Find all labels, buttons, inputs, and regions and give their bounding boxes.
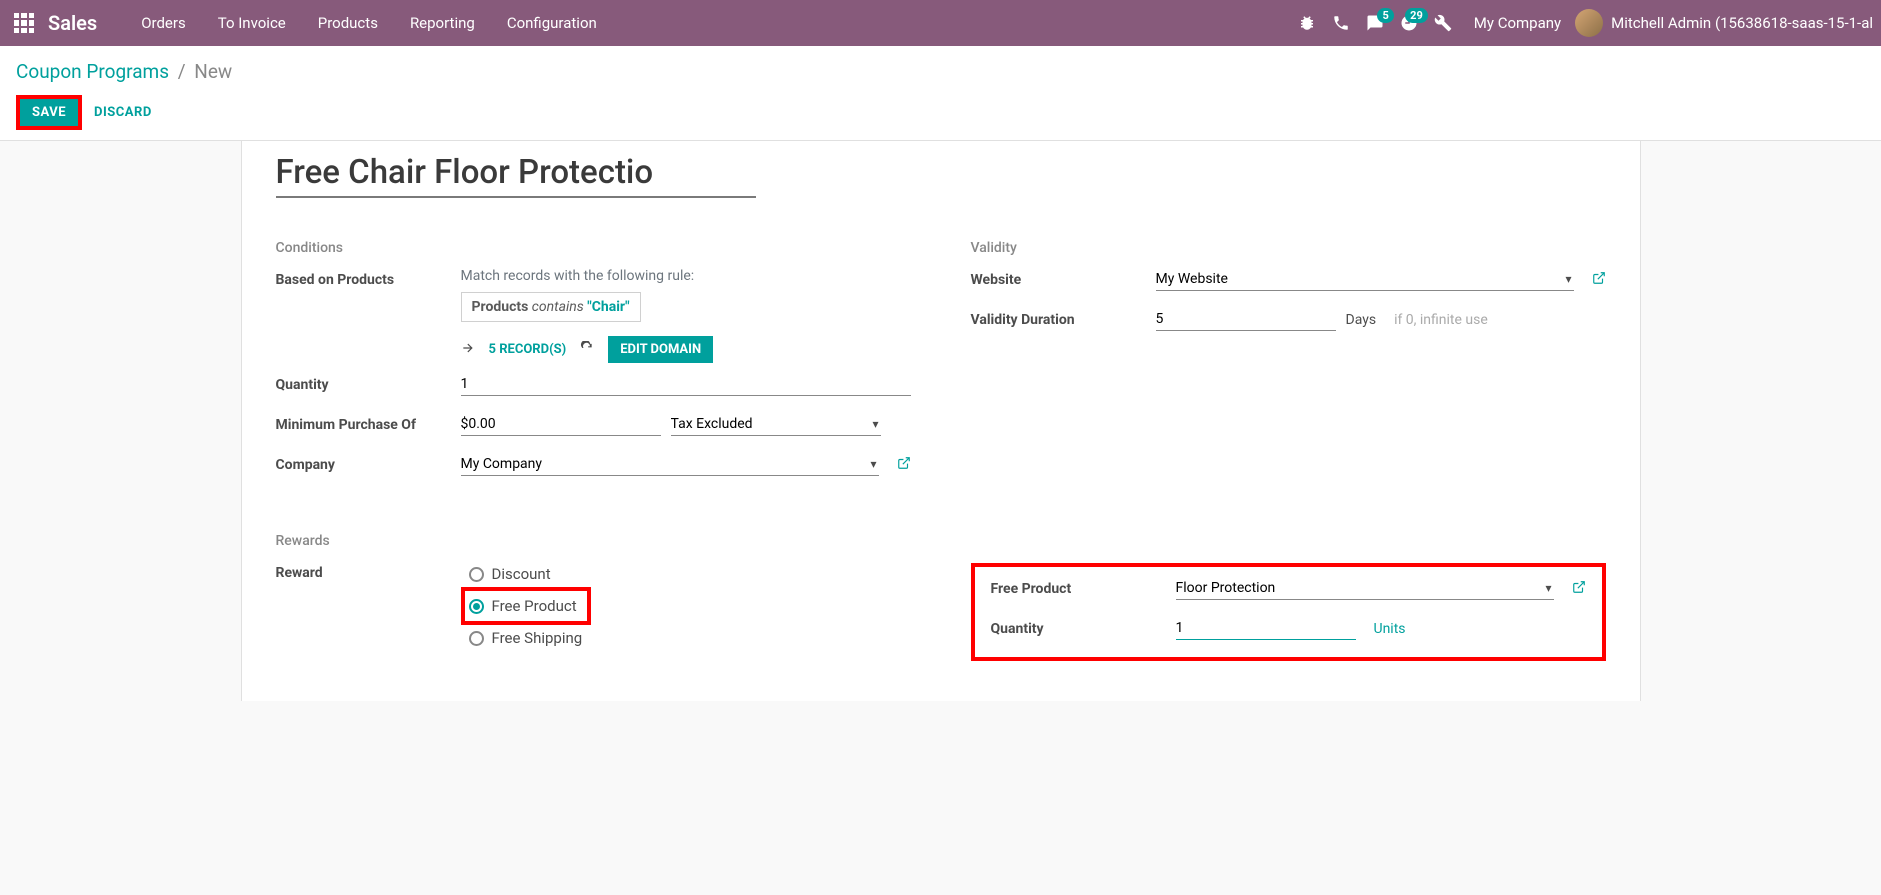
company-label: Company [276,453,461,473]
quantity-label: Quantity [276,373,461,393]
radio-icon [469,631,484,646]
radio-label: Free Product [492,597,577,615]
free-product-highlight: Free Product [461,587,591,625]
radio-label: Free Shipping [492,629,583,647]
reward-option-free-shipping[interactable]: Free Shipping [461,625,911,651]
phone-icon[interactable] [1324,6,1358,40]
conditions-section-title: Conditions [276,240,911,256]
tools-icon[interactable] [1426,6,1460,40]
breadcrumb: Coupon Programs / New [16,60,1865,83]
records-count-link[interactable]: 5 RECORD(S) [489,342,567,357]
company-switcher[interactable]: My Company [1460,14,1575,32]
external-link-icon[interactable] [897,456,911,474]
domain-field: Products [472,299,529,315]
apps-icon[interactable] [14,13,34,33]
reward-option-free-product[interactable]: Free Product [469,597,577,615]
validity-duration-label: Validity Duration [971,308,1156,328]
messages-icon[interactable]: 5 [1358,6,1392,40]
reward-label: Reward [276,561,461,581]
discard-button[interactable]: DISCARD [82,99,164,126]
nav-orders[interactable]: Orders [125,14,202,32]
free-product-label: Free Product [991,577,1176,597]
domain-operator: contains [532,299,584,315]
radio-label: Discount [492,565,551,583]
reward-option-discount[interactable]: Discount [461,561,911,587]
external-link-icon[interactable] [1592,271,1606,289]
reward-quantity-unit: Units [1374,621,1406,637]
user-menu[interactable]: Mitchell Admin (15638618-saas-15-1-al [1611,14,1873,32]
activities-icon[interactable]: 29 [1392,6,1426,40]
top-navbar: Sales Orders To Invoice Products Reporti… [0,0,1881,46]
edit-domain-button[interactable]: EDIT DOMAIN [608,336,713,363]
radio-icon [469,567,484,582]
domain-filter-box[interactable]: Products contains "Chair" [461,292,641,322]
activities-badge: 29 [1405,8,1428,23]
domain-value: "Chair" [587,299,629,315]
based-on-products-label: Based on Products [276,268,461,288]
breadcrumb-parent[interactable]: Coupon Programs [16,60,169,83]
rewards-section-title: Rewards [276,533,911,549]
nav-reporting[interactable]: Reporting [394,14,491,32]
days-hint: if 0, infinite use [1394,312,1488,328]
avatar[interactable] [1575,9,1603,37]
app-brand[interactable]: Sales [48,11,97,35]
save-highlight: SAVE [16,95,82,130]
external-link-icon[interactable] [1572,580,1586,598]
control-panel: Coupon Programs / New SAVE DISCARD [0,46,1881,141]
nav-configuration[interactable]: Configuration [491,14,613,32]
reward-quantity-label: Quantity [991,617,1176,637]
website-label: Website [971,268,1156,288]
quantity-input[interactable] [461,373,911,396]
days-label: Days [1346,312,1377,328]
breadcrumb-separator: / [178,60,186,83]
reload-icon[interactable] [580,341,594,359]
reward-quantity-input[interactable] [1176,617,1356,640]
breadcrumb-current: New [194,60,232,83]
record-title-input[interactable]: Free Chair Floor Protectio [276,153,756,198]
nav-products[interactable]: Products [302,14,394,32]
nav-to-invoice[interactable]: To Invoice [202,14,302,32]
free-product-select[interactable]: Floor Protection [1176,577,1554,600]
form-sheet: Free Chair Floor Protectio Conditions Ba… [241,141,1641,701]
min-purchase-input[interactable] [461,413,661,436]
free-product-section-highlight: Free Product Floor Protection [971,563,1606,661]
arrow-right-icon[interactable] [461,341,475,359]
tax-select[interactable]: Tax Excluded [671,413,881,436]
company-select[interactable]: My Company [461,453,879,476]
save-button[interactable]: SAVE [20,99,78,126]
min-purchase-label: Minimum Purchase Of [276,413,461,433]
domain-match-text: Match records with the following rule: [461,268,911,284]
debug-icon[interactable] [1290,6,1324,40]
radio-icon [469,599,484,614]
validity-section-title: Validity [971,240,1606,256]
validity-duration-input[interactable] [1156,308,1336,331]
website-select[interactable]: My Website [1156,268,1574,291]
